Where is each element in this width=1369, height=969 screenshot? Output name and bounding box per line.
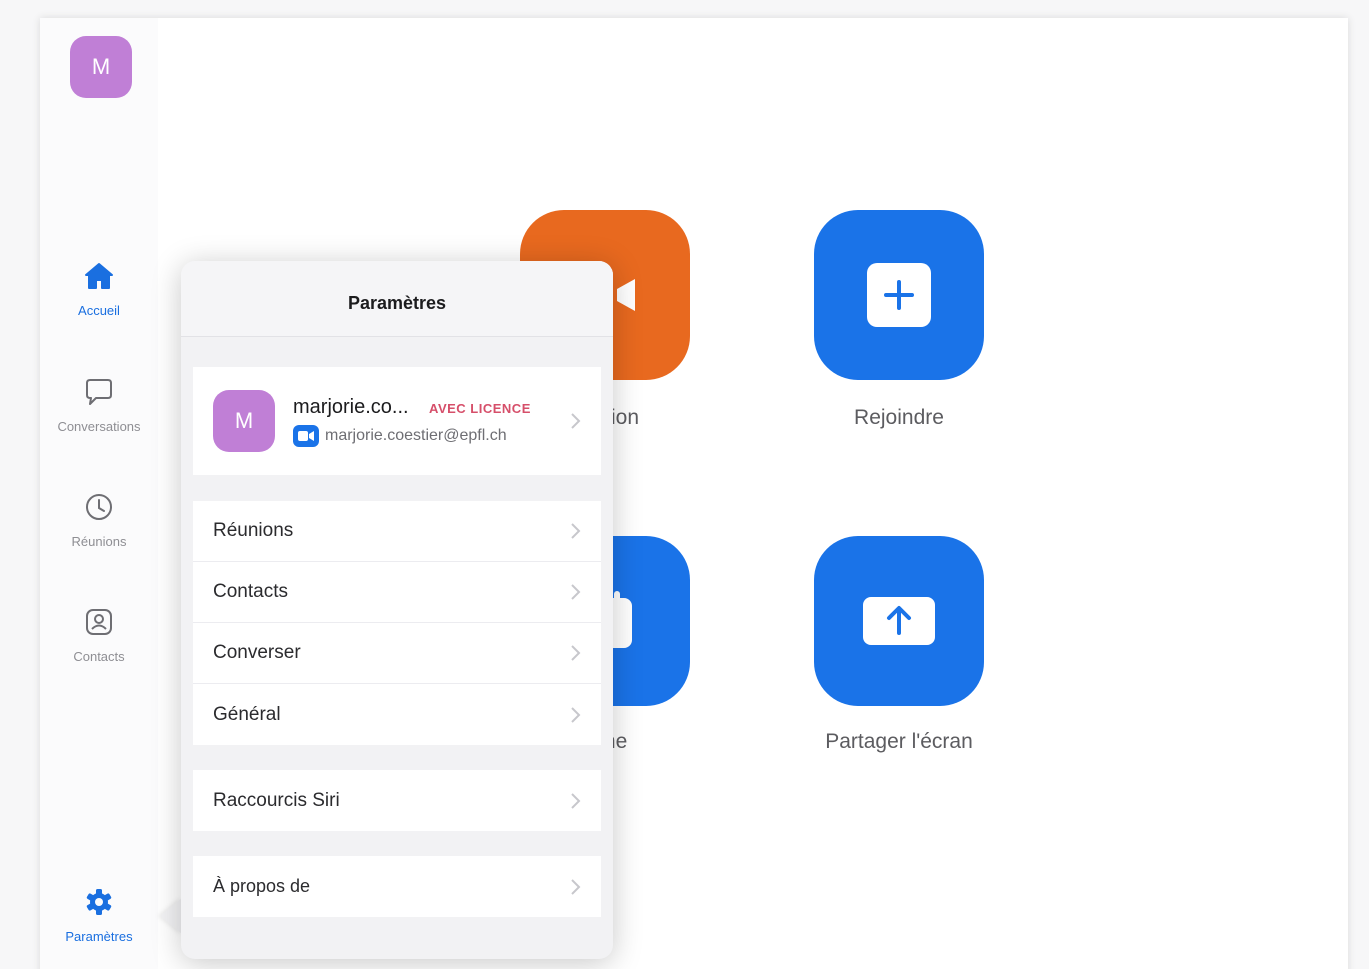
zoom-video-icon [293,424,319,447]
popover-arrow [160,898,182,934]
license-badge: AVEC LICENCE [429,400,531,416]
sidebar-item-meetings[interactable]: Réunions [40,489,158,551]
home-icon [85,263,113,289]
settings-item-about[interactable]: À propos de [193,856,601,917]
profile-group: M marjorie.co... AVEC LICENCE marjorie.c… [193,367,601,475]
settings-item-general[interactable]: Général [193,684,601,745]
contact-card-icon [86,609,112,635]
chevron-right-icon [571,584,581,600]
popover-header: Paramètres [181,261,613,337]
chevron-right-icon [571,413,581,429]
siri-group: Raccourcis Siri [193,770,601,831]
settings-menu-group: Réunions Contacts Converser Général [193,501,601,745]
settings-popover: Paramètres M marjorie.co... AVEC LICENCE… [181,261,613,959]
plus-square-icon [867,263,931,327]
sidebar: M Accueil Conversations Réunions Contact… [40,18,158,969]
settings-item-label: Général [213,703,281,725]
chat-bubble-icon [86,379,112,405]
settings-item-label: Converser [213,642,301,663]
sidebar-item-contacts[interactable]: Contacts [40,604,158,666]
settings-item-label: À propos de [213,876,311,896]
sidebar-item-home[interactable]: Accueil [40,258,158,320]
sidebar-item-label: Contacts [73,649,125,664]
sidebar-item-conversations[interactable]: Conversations [40,374,158,436]
chevron-right-icon [571,878,581,895]
settings-item-label: Contacts [213,581,288,602]
popover-title: Paramètres [347,293,447,313]
sidebar-item-label: Conversations [57,419,141,434]
profile-avatar: M [213,390,275,452]
chevron-right-icon [571,523,581,539]
sidebar-item-label: Paramètres [65,929,133,944]
settings-item-siri-shortcuts[interactable]: Raccourcis Siri [193,770,601,831]
share-screen-button[interactable] [814,536,984,706]
about-group: À propos de [193,856,601,917]
profile-email: marjorie.coestier@epfl.ch [325,426,507,444]
profile-row[interactable]: M marjorie.co... AVEC LICENCE marjorie.c… [193,367,601,475]
settings-item-chat[interactable]: Converser [193,623,601,684]
chevron-right-icon [571,706,581,723]
sidebar-item-label: Accueil [78,303,120,318]
sidebar-item-settings[interactable]: Paramètres [40,884,158,946]
gear-icon [86,889,112,915]
profile-name: marjorie.co... [293,395,409,418]
settings-item-label: Réunions [213,520,294,541]
chevron-right-icon [571,645,581,661]
settings-item-label: Raccourcis Siri [213,789,340,811]
share-screen-label: Partager l'écran [825,730,973,753]
join-button[interactable] [814,210,984,380]
user-avatar[interactable]: M [70,36,132,98]
sidebar-item-label: Réunions [71,534,127,549]
settings-item-meetings[interactable]: Réunions [193,501,601,562]
settings-item-contacts[interactable]: Contacts [193,562,601,623]
clock-icon [86,494,112,520]
profile-text: marjorie.co... AVEC LICENCE marjorie.coe… [293,396,531,447]
chevron-right-icon [571,792,581,809]
share-screen-icon [863,597,935,645]
join-label: Rejoindre [854,406,944,429]
